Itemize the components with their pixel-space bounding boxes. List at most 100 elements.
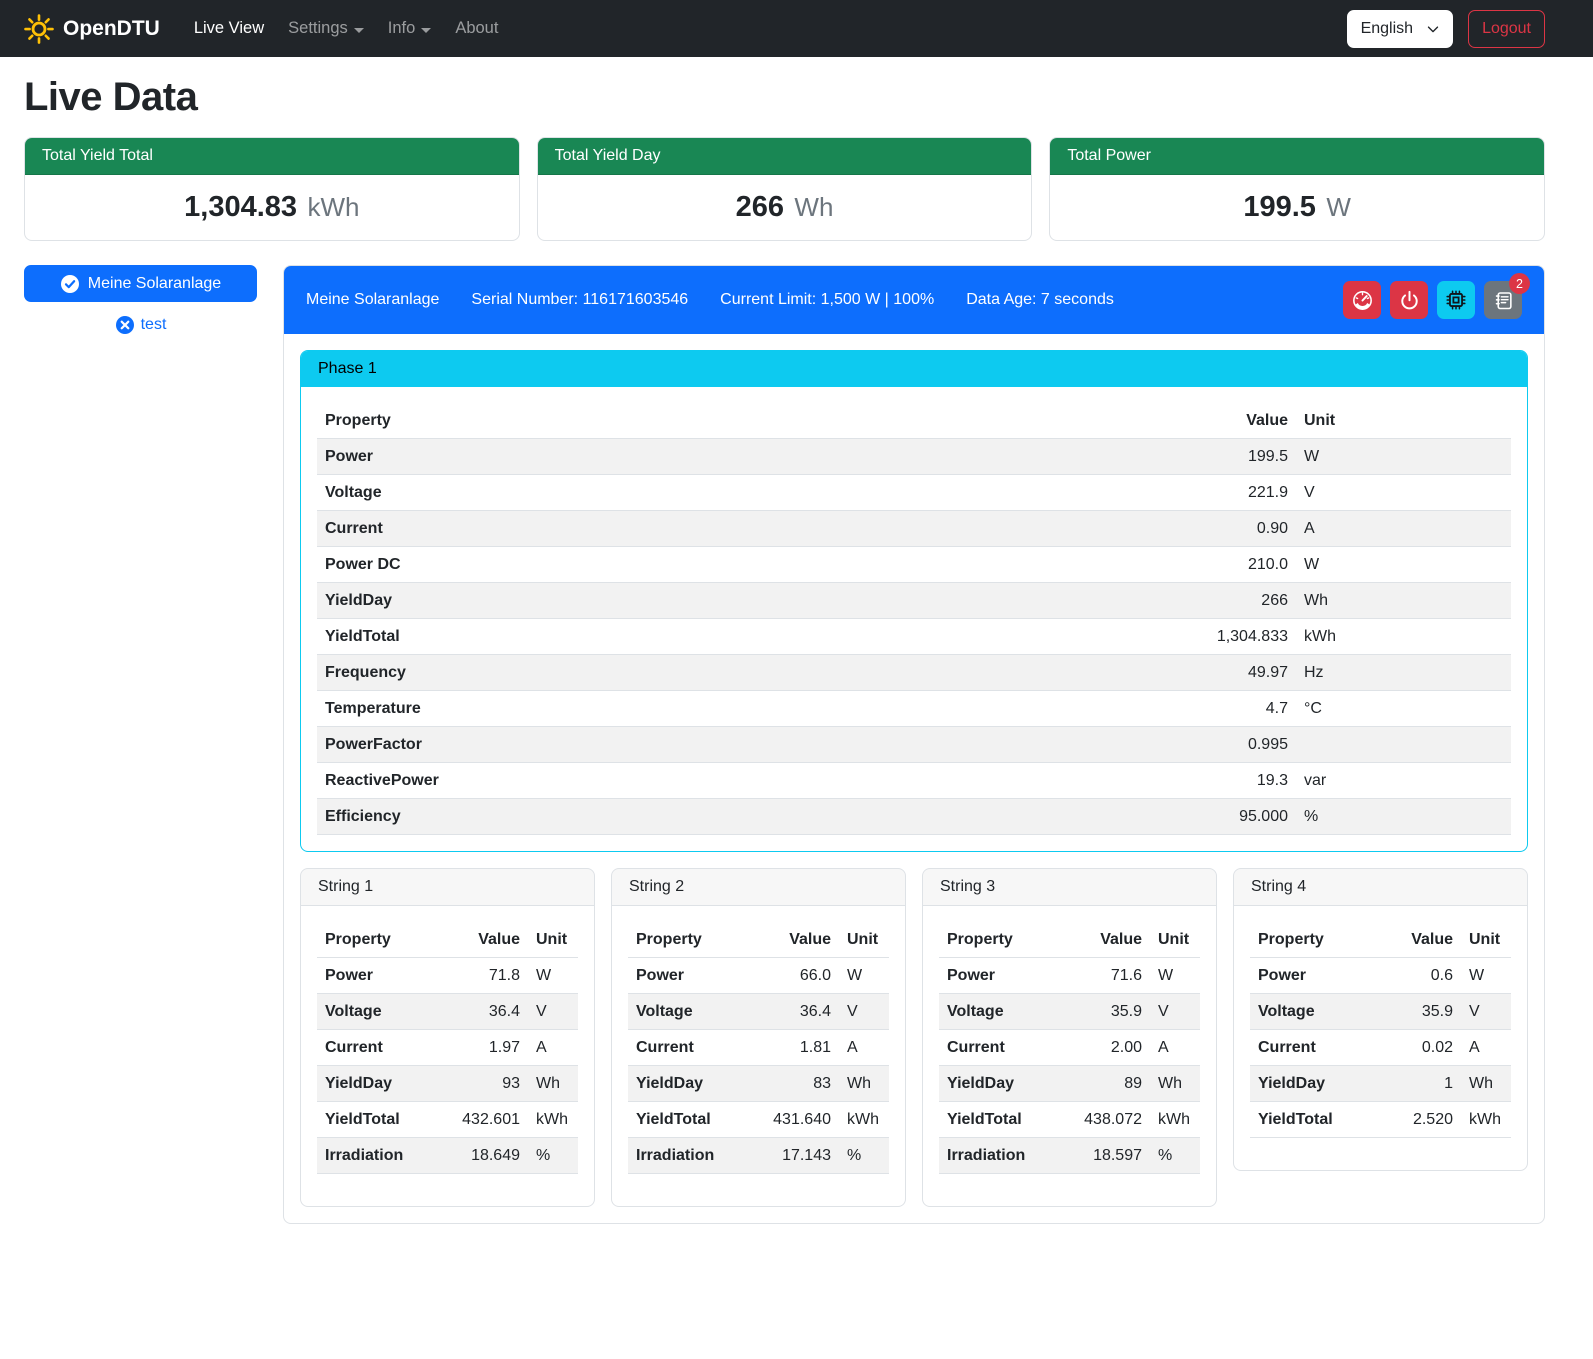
cell-prop: Power: [317, 958, 435, 994]
cell-val: 18.597: [1057, 1138, 1150, 1174]
cell-val: 18.649: [435, 1138, 528, 1174]
cell-val: 83: [746, 1066, 839, 1102]
column-header-unit: Unit: [839, 922, 889, 958]
string-3-card: String 3 Property Value Unit Power71.6WV…: [922, 868, 1217, 1207]
cell-unit: V: [839, 994, 889, 1030]
journal-text-icon: [1493, 290, 1514, 311]
event-count-badge: 2: [1509, 273, 1530, 294]
device-info-button[interactable]: [1437, 281, 1475, 319]
cell-val: 210.0: [903, 547, 1296, 583]
cell-prop: Current: [628, 1030, 746, 1066]
limit-settings-button[interactable]: [1343, 281, 1381, 319]
event-log-button[interactable]: 2: [1484, 281, 1522, 319]
cell-unit: Wh: [1150, 1066, 1200, 1102]
nav-item-live-view[interactable]: Live View: [182, 11, 276, 46]
check-circle-icon: [60, 274, 80, 294]
table-row: Power DC210.0W: [317, 547, 1511, 583]
language-select-value: English: [1361, 20, 1413, 38]
cell-unit: W: [839, 958, 889, 994]
cell-unit: W: [1296, 547, 1511, 583]
cell-prop: YieldTotal: [1250, 1102, 1379, 1138]
table-row: Voltage35.9V: [939, 994, 1200, 1030]
string-4-body: Property Value Unit Power0.6WVoltage35.9…: [1234, 906, 1527, 1170]
cell-val: 0.995: [903, 727, 1296, 763]
cell-unit: A: [1150, 1030, 1200, 1066]
table-row: Irradiation18.597%: [939, 1138, 1200, 1174]
nav-links: Live View Settings Info About: [182, 11, 511, 46]
cell-prop: Current: [939, 1030, 1057, 1066]
cell-prop: Irradiation: [939, 1138, 1057, 1174]
caret-down-icon: [421, 28, 431, 33]
string-1-body: Property Value Unit Power71.8WVoltage36.…: [301, 906, 594, 1206]
table-row: Power0.6W: [1250, 958, 1511, 994]
power-toggle-button[interactable]: [1390, 281, 1428, 319]
phase-1-body: Property Value Unit Power199.5WVoltage22…: [301, 387, 1527, 851]
cell-prop: YieldDay: [939, 1066, 1057, 1102]
cell-prop: Power: [628, 958, 746, 994]
string-1-card: String 1 Property Value Unit Power71.8WV…: [300, 868, 595, 1207]
cell-prop: Power: [317, 439, 903, 475]
strings-row: String 1 Property Value Unit Power71.8WV…: [300, 868, 1528, 1207]
summary-cards-row: Total Yield Total 1,304.83 kWh Total Yie…: [24, 137, 1545, 241]
page-title: Live Data: [24, 75, 1545, 120]
string-3-body: Property Value Unit Power71.6WVoltage35.…: [923, 906, 1216, 1206]
cell-val: 36.4: [746, 994, 839, 1030]
inverter-limit: Current Limit: 1,500 W | 100%: [720, 291, 934, 309]
cell-val: 89: [1057, 1066, 1150, 1102]
nav-item-info[interactable]: Info: [376, 11, 444, 46]
string-3-table: Property Value Unit Power71.6WVoltage35.…: [939, 922, 1200, 1174]
brand[interactable]: OpenDTU: [24, 14, 160, 44]
cell-unit: kWh: [1150, 1102, 1200, 1138]
string-2-body: Property Value Unit Power66.0WVoltage36.…: [612, 906, 905, 1206]
total-power-unit: W: [1326, 192, 1351, 222]
cell-val: 1.81: [746, 1030, 839, 1066]
column-header-value: Value: [1379, 922, 1461, 958]
inverter-name: Meine Solaranlage: [306, 291, 439, 309]
cell-prop: YieldTotal: [628, 1102, 746, 1138]
top-navbar: OpenDTU Live View Settings Info About En…: [0, 0, 1593, 57]
brand-label: OpenDTU: [63, 17, 160, 41]
cell-val: 0.02: [1379, 1030, 1461, 1066]
column-header-unit: Unit: [1461, 922, 1511, 958]
table-row: YieldDay1Wh: [1250, 1066, 1511, 1102]
cell-prop: Current: [1250, 1030, 1379, 1066]
table-row: Frequency49.97Hz: [317, 655, 1511, 691]
cell-prop: PowerFactor: [317, 727, 903, 763]
cell-val: 36.4: [435, 994, 528, 1030]
cell-unit: W: [1296, 439, 1511, 475]
total-power-header: Total Power: [1050, 138, 1544, 175]
nav-item-about[interactable]: About: [443, 11, 510, 46]
table-row: YieldTotal438.072kWh: [939, 1102, 1200, 1138]
cpu-icon: [1445, 289, 1467, 311]
nav-item-info-label: Info: [388, 19, 416, 38]
inverter-selected-label: Meine Solaranlage: [88, 275, 221, 293]
table-row: YieldDay266Wh: [317, 583, 1511, 619]
inverter-item-test[interactable]: test: [24, 315, 257, 335]
table-row: Power71.6W: [939, 958, 1200, 994]
table-row: Current0.90A: [317, 511, 1511, 547]
table-row: Power71.8W: [317, 958, 578, 994]
cell-unit: A: [839, 1030, 889, 1066]
cell-unit: Wh: [839, 1066, 889, 1102]
total-power-value: 199.5: [1243, 191, 1316, 223]
cell-val: 266: [903, 583, 1296, 619]
cell-prop: Power: [1250, 958, 1379, 994]
cell-prop: Voltage: [939, 994, 1057, 1030]
column-header-value: Value: [435, 922, 528, 958]
logout-button[interactable]: Logout: [1468, 10, 1545, 48]
total-yield-total-unit: kWh: [308, 192, 360, 222]
cell-unit: A: [1461, 1030, 1511, 1066]
column-header-property: Property: [1250, 922, 1379, 958]
table-row: YieldTotal431.640kWh: [628, 1102, 889, 1138]
column-header-unit: Unit: [528, 922, 578, 958]
inverter-sidebar: Meine Solaranlage test: [24, 265, 257, 335]
cell-val: 93: [435, 1066, 528, 1102]
cell-val: 199.5: [903, 439, 1296, 475]
cell-val: 438.072: [1057, 1102, 1150, 1138]
language-select[interactable]: English: [1347, 10, 1453, 48]
table-row: Power66.0W: [628, 958, 889, 994]
inverter-selected-button[interactable]: Meine Solaranlage: [24, 265, 257, 302]
string-3-header: String 3: [923, 869, 1216, 906]
nav-item-settings[interactable]: Settings: [276, 11, 376, 46]
string-1-header: String 1: [301, 869, 594, 906]
